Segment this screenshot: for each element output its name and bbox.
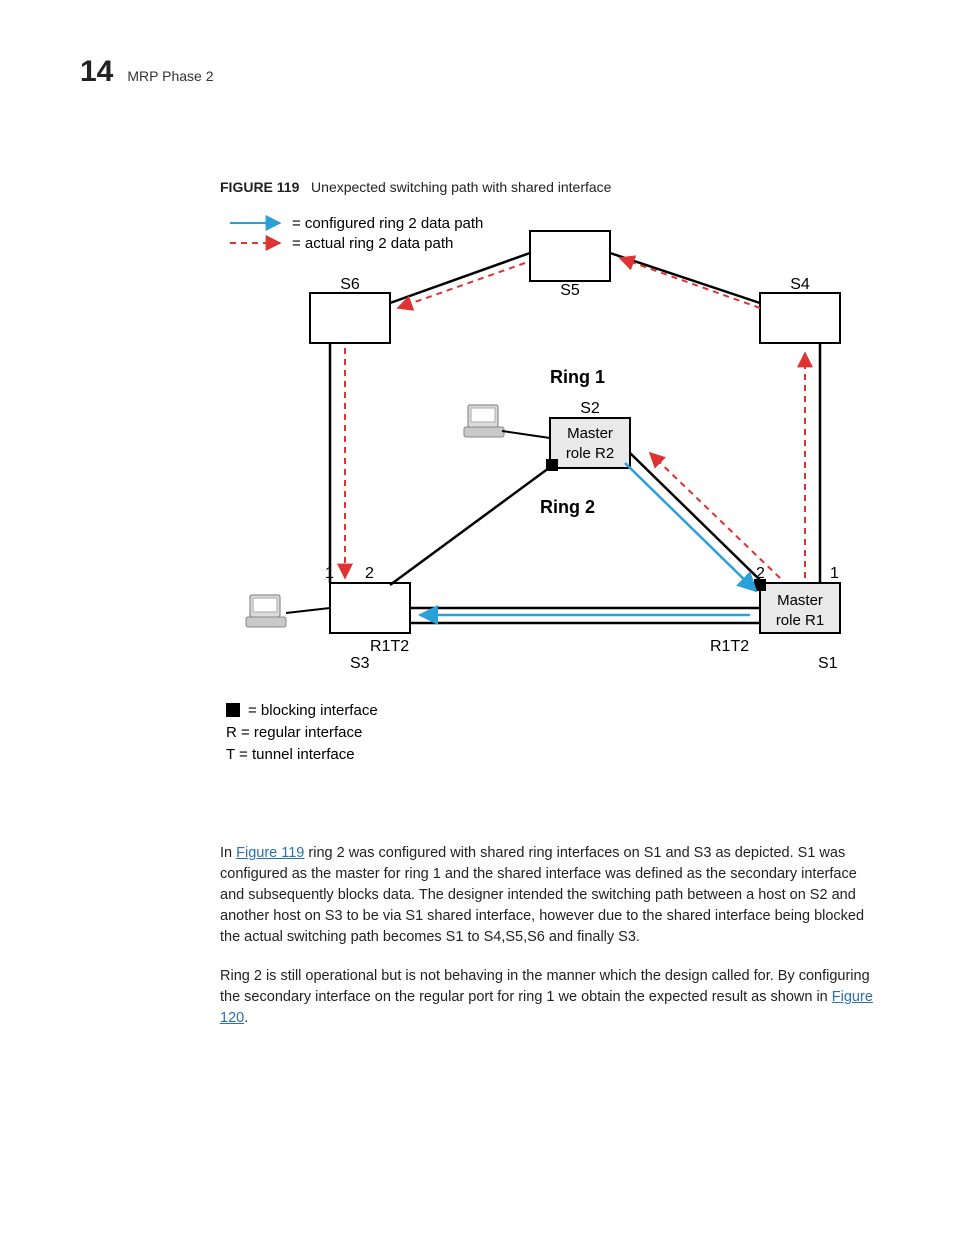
port-s1-2: 2 (756, 565, 765, 582)
port-s3-1: 1 (325, 565, 334, 582)
figure-label: FIGURE 119 (220, 179, 299, 195)
page-header: 14 MRP Phase 2 (80, 55, 874, 89)
r1t2-left: R1T2 (370, 638, 409, 655)
legend-r: R = regular interface (226, 724, 362, 741)
diagram: = configured ring 2 data path = actual r… (220, 213, 874, 783)
section-title: MRP Phase 2 (127, 68, 213, 84)
legend-block: = blocking interface (248, 702, 378, 719)
p1-post: ring 2 was configured with shared ring i… (220, 845, 864, 945)
host-icon (246, 595, 286, 627)
paragraph-1: In Figure 119 ring 2 was configured with… (220, 843, 874, 948)
svg-text:Master: Master (567, 425, 613, 442)
r1t2-right: R1T2 (710, 638, 749, 655)
ring1-label: Ring 1 (550, 367, 605, 387)
figure-119-link[interactable]: Figure 119 (236, 845, 304, 861)
page-number: 14 (80, 55, 113, 89)
node-s3-label: S3 (350, 655, 370, 672)
ring2-label: Ring 2 (540, 497, 595, 517)
p2-post: . (244, 1010, 248, 1026)
legend-bottom: = blocking interface R = regular interfa… (226, 702, 378, 763)
node-s2-label: S2 (580, 400, 600, 417)
node-s6-label: S6 (340, 276, 360, 293)
port-s3-2: 2 (365, 565, 374, 582)
svg-text:role R2: role R2 (566, 445, 614, 462)
node-s4-label: S4 (790, 276, 810, 293)
port-s1-1: 1 (830, 565, 839, 582)
legend-actual: = actual ring 2 data path (292, 235, 453, 252)
paragraph-2: Ring 2 is still operational but is not b… (220, 966, 874, 1029)
legend-top: = configured ring 2 data path = actual r… (230, 215, 483, 252)
svg-text:role R1: role R1 (776, 612, 824, 629)
figure-title: Unexpected switching path with shared in… (311, 179, 611, 195)
node-s5-label: S5 (560, 282, 580, 299)
p2-pre: Ring 2 is still operational but is not b… (220, 968, 870, 1005)
page: 14 MRP Phase 2 FIGURE 119 Unexpected swi… (0, 0, 954, 1107)
node-s1-label: S1 (818, 655, 838, 672)
p1-pre: In (220, 845, 236, 861)
legend-t: T = tunnel interface (226, 746, 355, 763)
figure-caption: FIGURE 119 Unexpected switching path wit… (220, 179, 874, 195)
host-icon (464, 405, 504, 437)
legend-configured: = configured ring 2 data path (292, 215, 483, 232)
svg-text:Master: Master (777, 592, 823, 609)
